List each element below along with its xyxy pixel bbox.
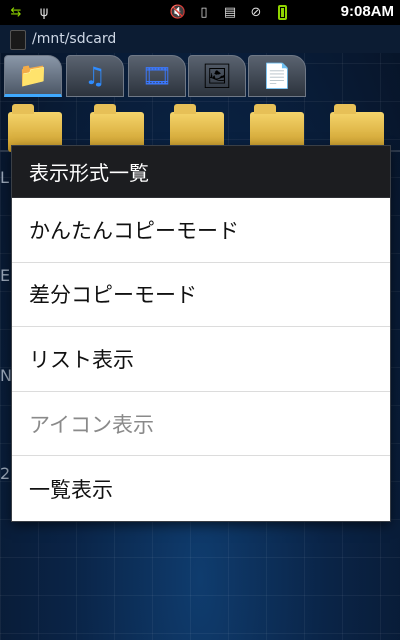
no-signal-icon: ⊘ xyxy=(250,5,262,20)
sim-icon: ▤ xyxy=(223,5,237,20)
current-path: /mnt/sdcard xyxy=(32,31,117,47)
battery-icon xyxy=(274,4,290,21)
file-label-fragment: 2 xyxy=(0,464,11,483)
tab-video[interactable]: 🎞 xyxy=(128,55,186,97)
file-label-fragment: E xyxy=(0,266,11,285)
mute-icon: 🔇 xyxy=(169,5,187,20)
music-note-icon: ♫ xyxy=(84,62,106,90)
category-tabs: 📁 ♫ 🎞 🖼 📄 xyxy=(0,53,400,152)
film-icon: 🎞 xyxy=(141,62,173,90)
menu-item-easy-copy-mode[interactable]: かんたんコピーモード xyxy=(12,198,390,263)
menu-item-overview[interactable]: 一覧表示 xyxy=(12,456,390,521)
tab-document[interactable]: 📄 xyxy=(248,55,306,97)
tab-folder[interactable]: 📁 xyxy=(4,55,62,97)
menu-item-diff-copy-mode[interactable]: 差分コピーモード xyxy=(12,263,390,328)
file-label-fragment: N xyxy=(0,366,12,385)
path-bar: /mnt/sdcard xyxy=(0,25,400,53)
sdcard-icon xyxy=(10,30,26,50)
sync-icon: ⇆ xyxy=(10,5,22,20)
menu-item-list-view[interactable]: リスト表示 xyxy=(12,327,390,392)
menu-item-icon-view: アイコン表示 xyxy=(12,392,390,457)
usb-icon: ψ xyxy=(39,5,49,20)
dialog-title: 表示形式一覧 xyxy=(12,146,390,198)
image-icon: 🖼 xyxy=(201,62,233,90)
tab-image[interactable]: 🖼 xyxy=(188,55,246,97)
status-bar: ⇆ ψ 🔇 ▯ ▤ ⊘ 9:08AM xyxy=(0,0,400,25)
folder-icon: 📁 xyxy=(18,61,48,89)
document-icon: 📄 xyxy=(262,62,292,90)
tab-music[interactable]: ♫ xyxy=(66,55,124,97)
file-label-fragment: L xyxy=(0,168,9,187)
vibrate-icon: ▯ xyxy=(200,5,208,20)
display-mode-dialog: 表示形式一覧 かんたんコピーモード 差分コピーモード リスト表示 アイコン表示 … xyxy=(12,146,390,521)
clock: 9:08AM xyxy=(340,3,394,20)
